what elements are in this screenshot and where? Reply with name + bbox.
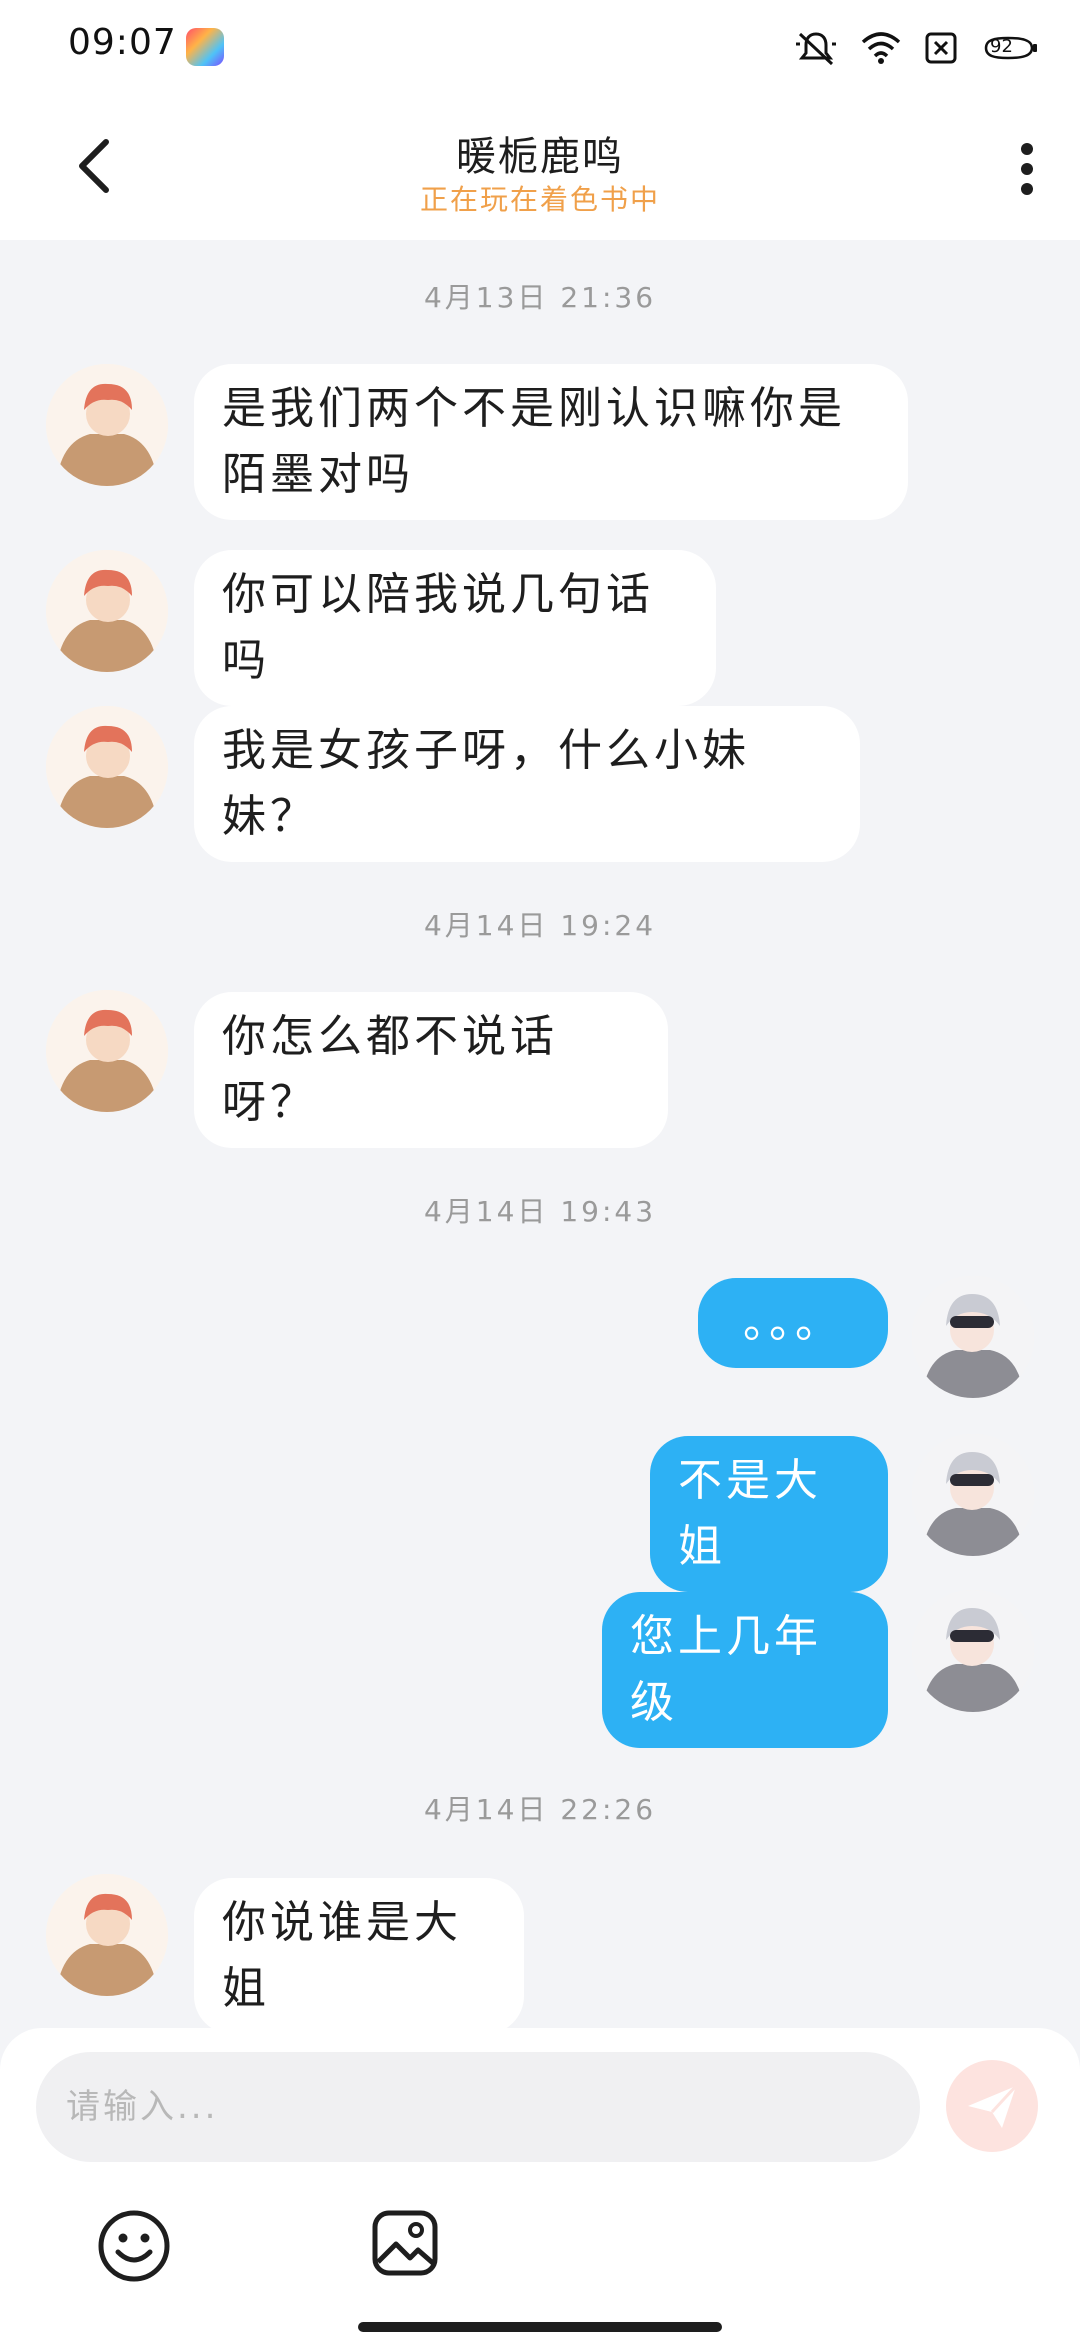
contact-name: 暖栀鹿鸣 (456, 134, 624, 180)
user-avatar[interactable] (912, 1434, 1034, 1556)
outgoing-message[interactable]: 。。。 (698, 1278, 888, 1368)
message-timestamp: 4月14日 22:26 (423, 1793, 657, 1826)
send-button[interactable] (946, 2060, 1038, 2152)
status-icons: 92 (794, 24, 1040, 72)
contact-avatar[interactable] (46, 364, 168, 486)
app-notification-icon (186, 28, 224, 66)
incoming-message[interactable]: 是我们两个不是刚认识嘛你是陌墨对吗 (194, 364, 908, 520)
status-bar: 09:07 92 (0, 0, 1080, 96)
incoming-message[interactable]: 我是女孩子呀，什么小妹妹？ (194, 706, 860, 862)
incoming-message[interactable]: 你怎么都不说话呀？ (194, 992, 668, 1148)
contact-avatar[interactable] (46, 1874, 168, 1996)
message-timestamp: 4月14日 19:24 (423, 909, 657, 942)
incoming-message[interactable]: 你可以陪我说几句话吗 (194, 550, 716, 706)
message-timestamp: 4月13日 21:36 (423, 281, 657, 314)
message-input[interactable] (36, 2052, 920, 2162)
sim-off-icon (925, 32, 957, 64)
message-composer (0, 2028, 1080, 2340)
battery-level: 92 (990, 36, 1013, 57)
more-options-icon[interactable] (1020, 142, 1034, 196)
contact-avatar[interactable] (46, 990, 168, 1112)
send-icon (968, 2084, 1018, 2128)
chat-header: 暖栀鹿鸣 正在玩在着色书中 (0, 96, 1080, 240)
message-list[interactable]: 4月13日 21:36 是我们两个不是刚认识嘛你是陌墨对吗 你可以陪我说几句话吗… (0, 240, 1080, 2034)
message-timestamp: 4月14日 19:43 (423, 1195, 657, 1228)
contact-avatar[interactable] (46, 706, 168, 828)
emoji-icon[interactable] (96, 2208, 172, 2284)
image-icon[interactable] (370, 2208, 440, 2278)
mute-icon (796, 32, 836, 66)
wifi-icon (861, 32, 901, 64)
outgoing-message[interactable]: 您上几年级 (602, 1592, 888, 1748)
home-indicator[interactable] (358, 2322, 722, 2332)
user-avatar[interactable] (912, 1276, 1034, 1398)
contact-avatar[interactable] (46, 550, 168, 672)
outgoing-message[interactable]: 不是大姐 (650, 1436, 888, 1592)
status-time: 09:07 (68, 22, 177, 63)
incoming-message[interactable]: 你说谁是大姐 (194, 1878, 524, 2034)
battery-icon: 92 (980, 34, 1040, 62)
user-avatar[interactable] (912, 1590, 1034, 1712)
contact-status: 正在玩在着色书中 (419, 183, 660, 216)
